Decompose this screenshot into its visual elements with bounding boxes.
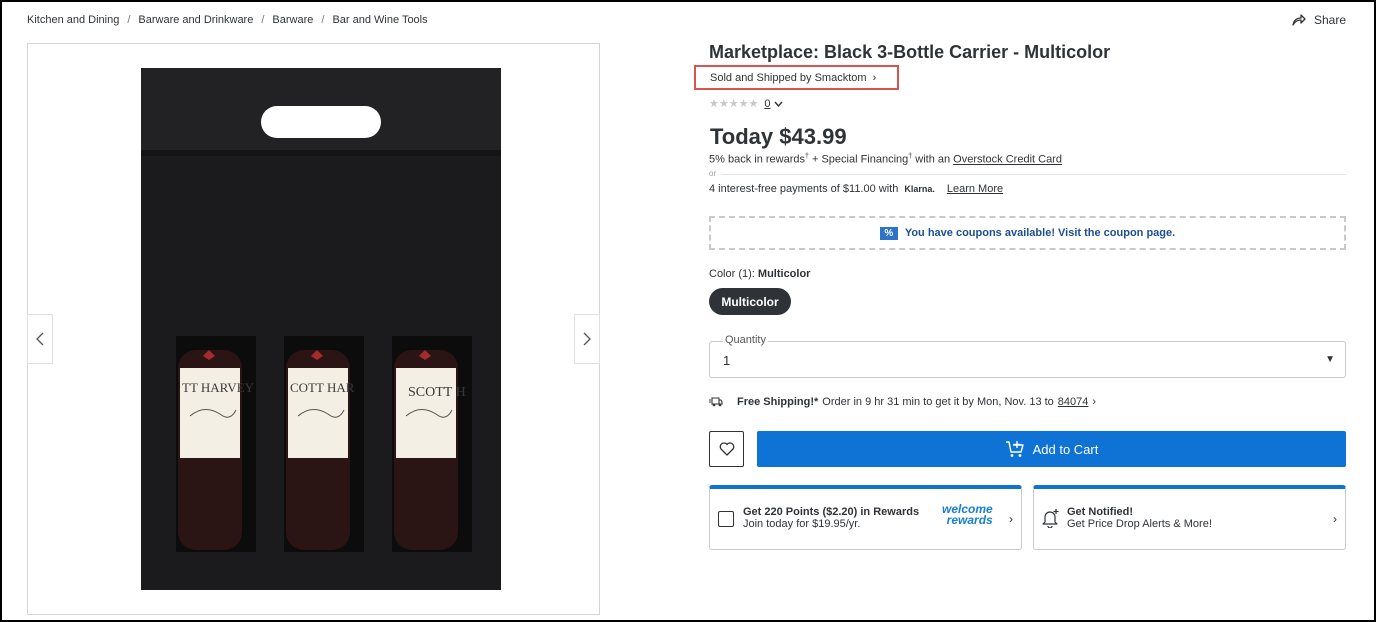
add-to-cart-label: Add to Cart <box>1032 441 1099 457</box>
notify-card-title: Get Notified! <box>1067 506 1133 518</box>
breadcrumb-separator: / <box>321 14 325 26</box>
seller-label: Sold and Shipped by Smacktom <box>710 72 867 84</box>
gallery-next-button[interactable] <box>574 314 600 364</box>
share-label: Share <box>1313 13 1346 27</box>
quantity-label: Quantity <box>723 334 768 346</box>
product-gallery: TT HARVEY COTT HAR SCOTT H <box>27 43 600 615</box>
coupon-icon: % <box>879 226 898 240</box>
add-to-cart-button[interactable]: Add to Cart <box>757 431 1346 467</box>
breadcrumb: Kitchen and Dining / Barware and Drinkwa… <box>27 14 428 26</box>
price-alert-card[interactable]: Get Notified! Get Price Drop Alerts & Mo… <box>1033 485 1346 550</box>
breadcrumb-separator: / <box>261 14 265 26</box>
color-label: Color (1): Multicolor <box>709 268 810 280</box>
breadcrumb-kitchen-and-dining[interactable]: Kitchen and Dining <box>27 14 119 26</box>
cart-plus-icon <box>1005 441 1024 457</box>
klarna-info: 4 interest-free payments of $11.00 with … <box>709 183 1003 195</box>
klarna-text: 4 interest-free payments of $11.00 with <box>709 183 899 195</box>
chevron-right-icon: › <box>872 72 877 84</box>
quantity-value: 1 <box>723 353 731 368</box>
notify-card-subtitle: Get Price Drop Alerts & More! <box>1067 518 1212 530</box>
with-text: with an <box>912 153 954 166</box>
gallery-prev-button[interactable] <box>27 314 53 364</box>
product-image: TT HARVEY COTT HAR SCOTT H <box>141 68 501 590</box>
seller-link[interactable]: Sold and Shipped by Smacktom › <box>694 65 899 90</box>
product-title: Marketplace: Black 3-Bottle Carrier - Mu… <box>709 42 1111 62</box>
caret-down-icon: ▼ <box>1325 354 1335 365</box>
share-icon <box>1292 14 1306 26</box>
zip-code-link[interactable]: 84074 <box>1058 396 1089 408</box>
breadcrumb-bar-and-wine-tools[interactable]: Bar and Wine Tools <box>332 14 427 26</box>
shipping-info: Free Shipping!* Order in 9 hr 31 min to … <box>709 396 1096 408</box>
learn-more-link[interactable]: Learn More <box>947 183 1003 195</box>
breadcrumb-barware[interactable]: Barware <box>272 14 313 26</box>
coupon-banner[interactable]: % You have coupons available! Visit the … <box>709 216 1346 250</box>
share-button[interactable]: Share <box>1292 13 1346 27</box>
favorite-button[interactable] <box>709 431 744 467</box>
welcome-rewards-logo: welcome rewards <box>942 503 993 527</box>
chevron-right-icon: › <box>1009 512 1013 526</box>
breadcrumb-separator: / <box>127 14 131 26</box>
heart-icon <box>719 442 734 456</box>
or-divider: or <box>709 169 1346 181</box>
rewards-checkbox[interactable] <box>718 511 734 527</box>
rewards-info: 5% back in rewards† + Special Financing†… <box>709 153 1062 166</box>
rewards-card[interactable]: Get 220 Points ($2.20) in Rewards Join t… <box>709 485 1022 550</box>
color-label-prefix: Color (1): <box>709 268 755 280</box>
color-selected-value: Multicolor <box>757 268 811 280</box>
chevron-left-icon <box>36 332 44 346</box>
bottle-label-1: TT HARVEY <box>182 380 255 395</box>
rewards-text: 5% back in rewards <box>709 153 805 166</box>
shipping-text: Order in 9 hr 31 min to get it by Mon, N… <box>822 396 1054 408</box>
rating-summary[interactable]: ★★★★★ 0 <box>709 97 783 110</box>
coupon-text: You have coupons available! Visit the co… <box>904 227 1176 239</box>
quantity-select[interactable]: 1 ▼ <box>709 341 1346 378</box>
rewards-card-title: Get 220 Points ($2.20) in Rewards <box>743 506 920 518</box>
welcome-rewards-logo-line2: rewards <box>946 513 993 527</box>
breadcrumb-barware-and-drinkware[interactable]: Barware and Drinkware <box>138 14 253 26</box>
chevron-right-icon: › <box>1333 512 1337 526</box>
star-rating-icon: ★★★★★ <box>709 98 759 110</box>
review-count[interactable]: 0 <box>764 98 770 110</box>
color-option-multicolor[interactable]: Multicolor <box>709 288 791 315</box>
klarna-logo: Klarna. <box>904 184 935 194</box>
chevron-down-icon <box>774 101 783 107</box>
fast-shipping-icon <box>709 397 723 407</box>
or-label: or <box>709 169 717 178</box>
bottle-label-3: SCOTT H <box>408 385 466 400</box>
free-shipping-label: Free Shipping!* <box>737 396 819 408</box>
bottle-label-2: COTT HAR <box>290 380 355 395</box>
credit-card-link[interactable]: Overstock Credit Card <box>953 154 1062 166</box>
bell-plus-icon <box>1042 509 1059 528</box>
divider-rule <box>721 174 1346 175</box>
chevron-right-icon: › <box>1092 396 1097 408</box>
financing-text: + Special Financing <box>808 153 909 166</box>
rewards-card-subtitle: Join today for $19.95/yr. <box>743 518 861 530</box>
chevron-right-icon <box>583 332 591 346</box>
price: Today $43.99 <box>710 124 847 149</box>
